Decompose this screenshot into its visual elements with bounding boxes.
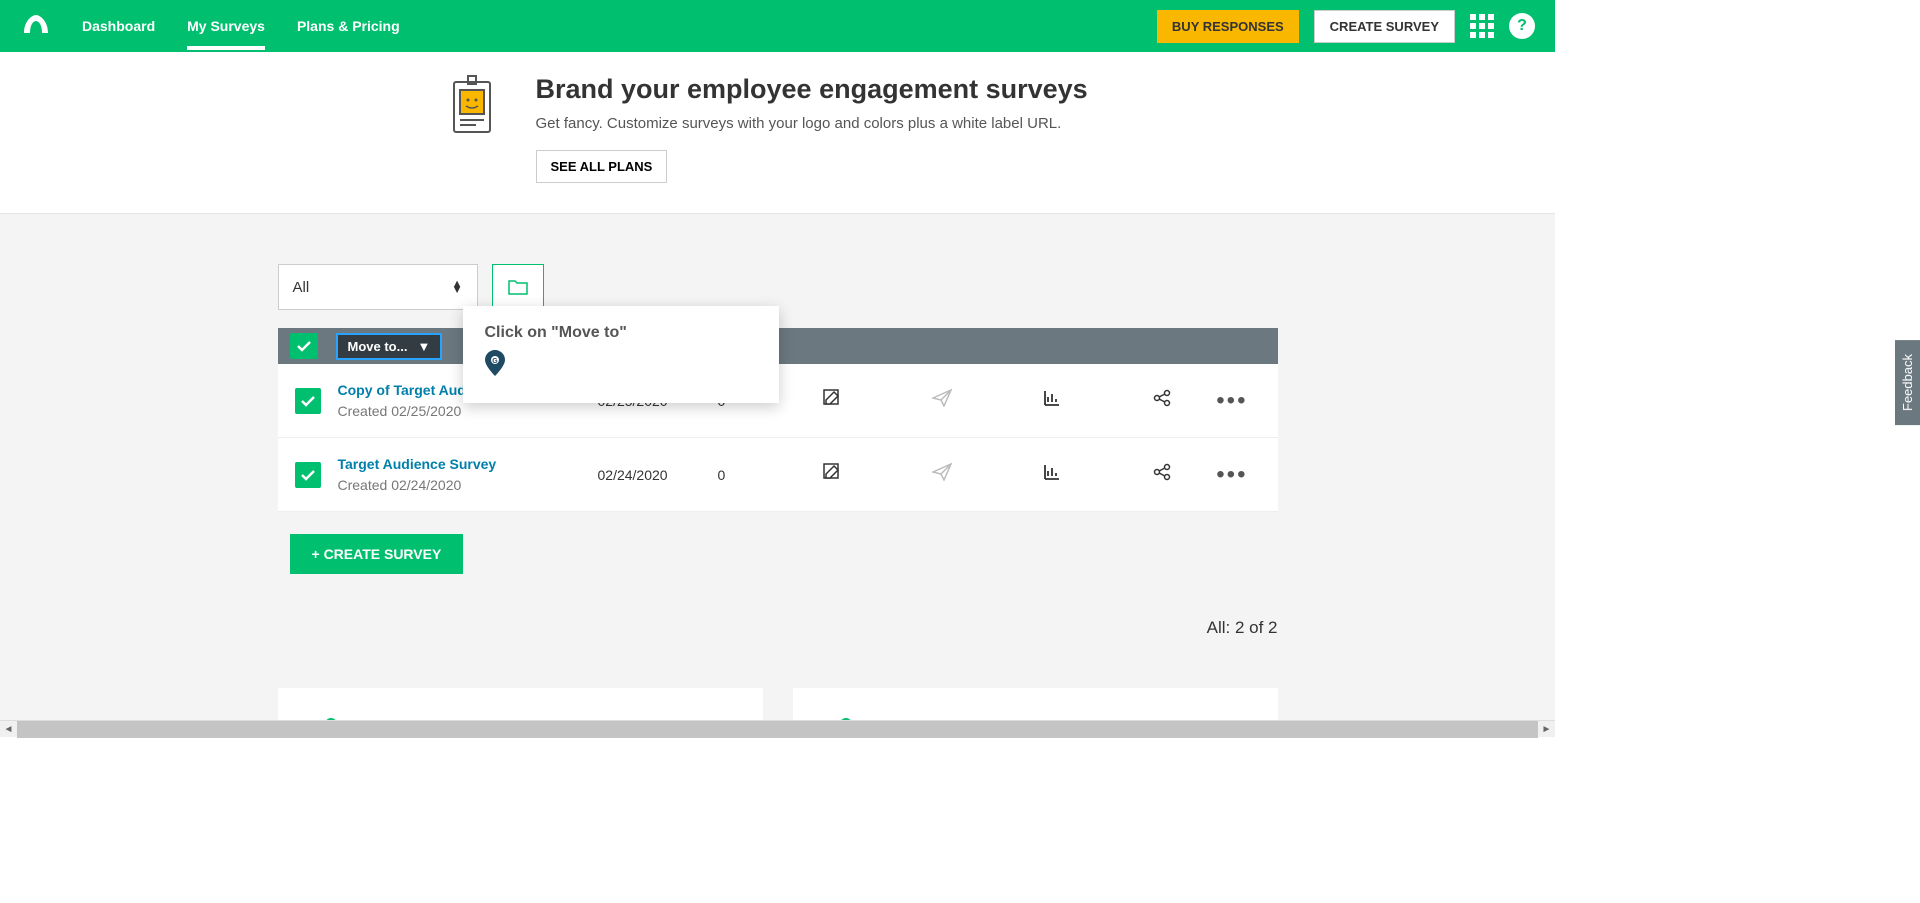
nav-my-surveys[interactable]: My Surveys [187,2,265,50]
pin-icon: G [485,350,757,381]
survey-title-link[interactable]: Target Audience Survey [338,456,497,472]
sort-arrows-icon: ▲▼ [452,281,463,293]
survey-response-count: 0 [718,467,778,483]
create-survey-button[interactable]: CREATE SURVEY [1314,10,1455,43]
send-icon[interactable] [932,389,952,412]
survey-date: 02/24/2020 [598,467,718,483]
row-checkbox[interactable] [295,462,321,488]
send-icon[interactable] [932,463,952,486]
survey-created-label: Created 02/25/2020 [338,403,598,419]
card-title: Get real-time feedback from your target … [891,716,1250,720]
horizontal-scrollbar[interactable]: ◄► [0,720,1555,737]
feedback-tab[interactable]: Feedback [1895,340,1920,425]
nav-dashboard[interactable]: Dashboard [82,2,155,50]
filter-select[interactable]: All ▲▼ [278,264,478,310]
create-survey-button-main[interactable]: + CREATE SURVEY [290,534,464,574]
filter-selected-label: All [293,279,310,296]
top-nav: Dashboard My Surveys Plans & Pricing BUY… [0,0,1555,52]
people-icon [821,716,871,720]
promo-card-buy-responses[interactable]: Buy responses for your market research s… [278,688,763,720]
more-options-icon[interactable]: ••• [1216,387,1277,415]
analyze-icon[interactable] [1043,463,1061,486]
banner-title: Brand your employee engagement surveys [536,74,1088,105]
share-icon[interactable] [1153,463,1171,486]
svg-text:G: G [492,358,498,365]
caret-down-icon: ▼ [417,339,430,354]
edit-icon[interactable] [823,463,841,486]
people-icon [306,716,356,720]
tooltip-title: Click on "Move to" [485,324,757,342]
analyze-icon[interactable] [1043,389,1061,412]
move-to-dropdown[interactable]: Move to... ▼ [336,333,443,360]
coach-tooltip: Click on "Move to" G [463,306,779,403]
results-count-label: All: 2 of 2 [278,618,1278,638]
move-to-label: Move to... [348,339,408,354]
help-icon[interactable]: ? [1509,13,1535,39]
banner-description: Get fancy. Customize surveys with your l… [536,115,1088,132]
folder-button[interactable] [492,264,544,310]
nav-plans-pricing[interactable]: Plans & Pricing [297,2,400,50]
card-title: Buy responses for your market research s… [376,716,735,720]
logo[interactable] [20,11,52,42]
row-checkbox[interactable] [295,388,321,414]
promo-banner: Brand your employee engagement surveys G… [0,52,1555,214]
apps-grid-icon[interactable] [1470,14,1494,38]
buy-responses-button[interactable]: BUY RESPONSES [1157,10,1299,43]
promo-card-realtime-feedback[interactable]: Get real-time feedback from your target … [793,688,1278,720]
branding-icon [448,74,496,143]
edit-icon[interactable] [823,389,841,412]
select-all-checkbox[interactable] [290,333,318,359]
bulk-action-bar: Move to... ▼ Click on "Move to" G [278,328,1278,364]
survey-row: Target Audience Survey Created 02/24/202… [278,438,1278,512]
share-icon[interactable] [1153,389,1171,412]
folder-icon [508,279,528,295]
see-all-plans-button[interactable]: SEE ALL PLANS [536,150,668,183]
more-options-icon[interactable]: ••• [1216,461,1277,489]
survey-created-label: Created 02/24/2020 [338,477,598,493]
